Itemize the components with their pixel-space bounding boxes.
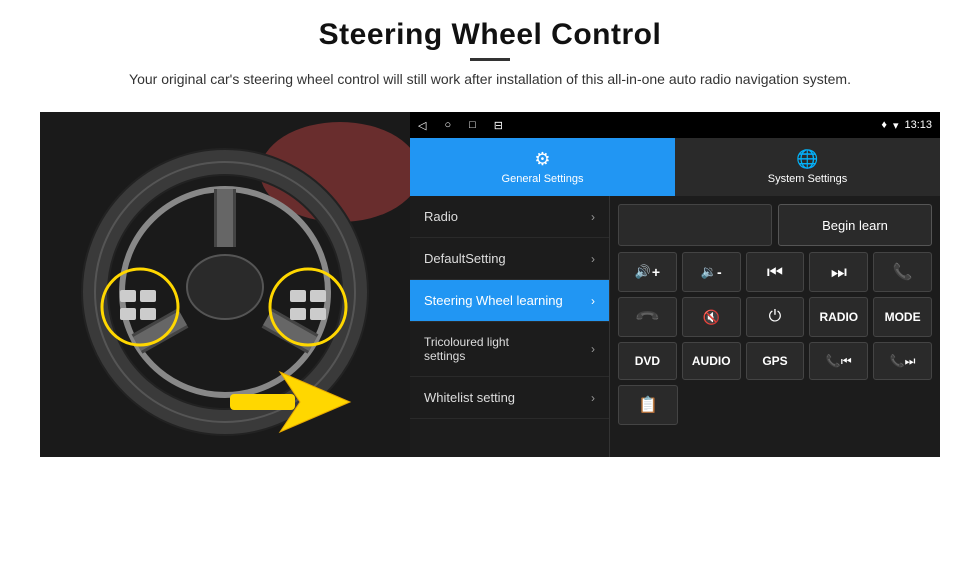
- title-divider: [470, 58, 510, 61]
- audio-button[interactable]: AUDIO: [682, 342, 741, 380]
- tab-general-settings[interactable]: ⚙ General Settings: [410, 138, 675, 196]
- android-screen: ◁ ○ □ ⊟ ♦ ▾ 13:13 ⚙ General Settings: [410, 112, 940, 457]
- radio-button[interactable]: RADIO: [809, 297, 868, 337]
- menu-item-whitelist-label: Whitelist setting: [424, 390, 515, 405]
- status-indicators: ♦ ▾ 13:13: [881, 119, 932, 132]
- home-nav-icon[interactable]: ○: [444, 119, 451, 131]
- call-answer-button[interactable]: 📞: [873, 252, 932, 292]
- menu-nav-icon[interactable]: ⊟: [494, 119, 503, 132]
- vol-down-button[interactable]: 🔉-: [682, 252, 741, 292]
- controls-row-3: 📞 🔇 ⏻ RADIO MODE: [618, 297, 932, 337]
- controls-row-4: DVD AUDIO GPS 📞⏮ 📞⏭: [618, 342, 932, 380]
- skip-next-icon: ⏭: [831, 262, 847, 283]
- call-end-button[interactable]: 📞: [618, 297, 677, 337]
- phone-icon: 📞: [893, 262, 913, 282]
- dvd-label: DVD: [635, 354, 660, 368]
- skip-prev-icon: ⏮: [767, 262, 783, 283]
- phone-end-icon: 📞: [633, 303, 661, 331]
- subtitle: Your original car's steering wheel contr…: [129, 69, 851, 90]
- vol-up-button[interactable]: 🔊+: [618, 252, 677, 292]
- tab-system-settings[interactable]: 🌐 System Settings: [675, 138, 940, 196]
- list-button[interactable]: 📋: [618, 385, 678, 425]
- steering-wheel-image: [40, 112, 410, 457]
- power-icon: ⏻: [769, 308, 782, 326]
- next-track-button[interactable]: ⏭: [809, 252, 868, 292]
- tab-system-label: System Settings: [768, 173, 847, 185]
- wifi-icon: ▾: [893, 119, 899, 132]
- mute-icon: 🔇: [702, 309, 719, 326]
- phone-next-button[interactable]: 📞⏭: [873, 342, 932, 380]
- menu-item-whitelist[interactable]: Whitelist setting ›: [410, 377, 609, 419]
- globe-icon: 🌐: [796, 149, 818, 170]
- menu-item-default-setting[interactable]: DefaultSetting ›: [410, 238, 609, 280]
- menu-item-steering-wheel[interactable]: Steering Wheel learning ›: [410, 280, 609, 322]
- prev-track-button[interactable]: ⏮: [746, 252, 805, 292]
- phone-prev-icon: 📞⏮: [826, 354, 852, 369]
- right-panel: Begin learn 🔊+ 🔉- ⏮: [610, 196, 940, 457]
- tab-general-label: General Settings: [502, 173, 584, 185]
- left-menu: Radio › DefaultSetting › Steering Wheel …: [410, 196, 610, 457]
- status-bar: ◁ ○ □ ⊟ ♦ ▾ 13:13: [410, 112, 940, 138]
- phone-prev-button[interactable]: 📞⏮: [809, 342, 868, 380]
- page-container: Steering Wheel Control Your original car…: [0, 0, 980, 564]
- gear-icon: ⚙: [534, 149, 550, 170]
- chevron-icon: ›: [591, 210, 595, 224]
- menu-item-radio[interactable]: Radio ›: [410, 196, 609, 238]
- blank-indicator-box: [618, 204, 772, 246]
- menu-item-steering-label: Steering Wheel learning: [424, 293, 563, 308]
- dvd-button[interactable]: DVD: [618, 342, 677, 380]
- controls-row-2: 🔊+ 🔉- ⏮ ⏭ 📞: [618, 252, 932, 292]
- chevron-icon: ›: [591, 391, 595, 405]
- phone-next-icon: 📞⏭: [890, 354, 916, 369]
- power-button[interactable]: ⏻: [746, 297, 805, 337]
- recents-nav-icon[interactable]: □: [469, 119, 476, 131]
- content-area: ◁ ○ □ ⊟ ♦ ▾ 13:13 ⚙ General Settings: [40, 112, 940, 457]
- chevron-icon: ›: [591, 252, 595, 266]
- main-content: Radio › DefaultSetting › Steering Wheel …: [410, 196, 940, 457]
- mode-label: MODE: [885, 310, 921, 324]
- radio-label: RADIO: [819, 310, 858, 324]
- gps-label: GPS: [762, 354, 787, 368]
- menu-item-tricoloured[interactable]: Tricoloured lightsettings ›: [410, 322, 609, 377]
- tab-bar: ⚙ General Settings 🌐 System Settings: [410, 138, 940, 196]
- speaker-low-icon: 🔉: [701, 264, 717, 280]
- mute-button[interactable]: 🔇: [682, 297, 741, 337]
- controls-row-5: 📋: [618, 385, 932, 425]
- menu-item-tricoloured-label: Tricoloured lightsettings: [424, 335, 509, 363]
- back-nav-icon[interactable]: ◁: [418, 119, 426, 132]
- nav-icons: ◁ ○ □ ⊟: [418, 119, 503, 132]
- chevron-icon: ›: [591, 342, 595, 356]
- menu-item-radio-label: Radio: [424, 209, 458, 224]
- speaker-icon: 🔊: [635, 264, 651, 280]
- time-display: 13:13: [904, 119, 932, 131]
- menu-item-default-label: DefaultSetting: [424, 251, 506, 266]
- location-icon: ♦: [881, 119, 887, 131]
- panel-row-1: Begin learn: [618, 204, 932, 246]
- audio-label: AUDIO: [692, 354, 731, 368]
- list-icon: 📋: [638, 395, 658, 415]
- gps-button[interactable]: GPS: [746, 342, 805, 380]
- page-title: Steering Wheel Control: [129, 18, 851, 52]
- chevron-icon: ›: [591, 294, 595, 308]
- mode-button[interactable]: MODE: [873, 297, 932, 337]
- begin-learn-button[interactable]: Begin learn: [778, 204, 932, 246]
- title-section: Steering Wheel Control Your original car…: [129, 18, 851, 104]
